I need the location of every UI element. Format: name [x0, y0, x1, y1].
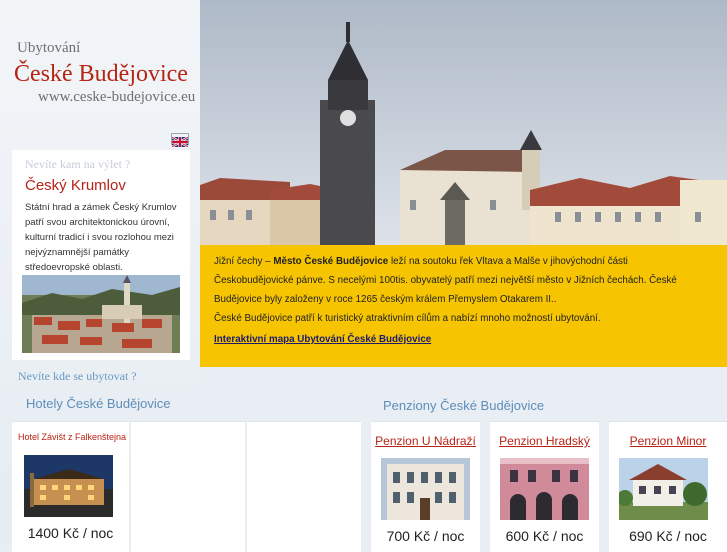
interactive-map-link[interactable]: Interaktivní mapa Ubytování České Budějo… — [214, 330, 431, 349]
trip-heading: Nevíte kam na výlet ? — [25, 157, 131, 171]
hotels-heading: Hotely České Budějovice — [26, 396, 171, 411]
pension-card-u-nadrazi[interactable]: Penzion U Nádraží 700 Kč / noc — [371, 421, 480, 552]
pension-title-link[interactable]: Penzion U Nádraží — [371, 434, 480, 448]
info-line-3: Budějovice byly založeny v roce 1265 čes… — [214, 294, 557, 305]
info-line-4: České Budějovice patří k turistický atra… — [214, 313, 601, 324]
hotel-price: 1400 Kč / noc — [27, 525, 114, 541]
trip-tip-panel: Nevíte kam na výlet ? Český Krumlov Stát… — [12, 150, 190, 360]
brand-url: www.ceske-budejovice.eu — [38, 89, 196, 105]
pension-photo[interactable] — [381, 458, 470, 520]
pension-price: 700 Kč / noc — [386, 528, 465, 544]
pension-title-link[interactable]: Penzion Minor — [609, 434, 727, 448]
pension-photo[interactable] — [500, 458, 589, 520]
hotel-card[interactable]: Hotel Závišt z Falkenštejna 1400 Kč / no… — [12, 421, 129, 552]
city-info-panel: Jižní čechy – Město České Budějovice lež… — [200, 245, 727, 367]
trip-title-link[interactable]: Český Krumlov — [25, 177, 126, 194]
info-line-2: Českobudějovické pánve. S necelými 100ti… — [214, 275, 677, 286]
uk-flag-icon[interactable] — [171, 133, 189, 148]
hotel-title-link[interactable]: Hotel Závišt z Falkenštejna — [18, 432, 129, 442]
info-line-1: Jižní čechy – Město České Budějovice lež… — [214, 256, 628, 267]
pension-photo[interactable] — [619, 458, 708, 520]
hotel-photo[interactable] — [24, 455, 113, 517]
brand-title[interactable]: České Budějovice — [14, 61, 188, 88]
pension-card-minor[interactable]: Penzion Minor 690 Kč / noc — [609, 421, 727, 552]
pension-price: 690 Kč / noc — [629, 528, 707, 544]
pension-title-link[interactable]: Penzion Hradský — [490, 434, 599, 448]
trip-description: Státní hrad a zámek Český Krumlov patří … — [25, 202, 177, 273]
pension-card-hradsky[interactable]: Penzion Hradský 600 Kč / noc — [490, 421, 599, 552]
stay-heading: Nevíte kde se ubytovat ? — [18, 369, 137, 383]
city-name-bold: Město České Budějovice — [273, 256, 389, 267]
brand-line-1: Ubytování — [17, 40, 81, 56]
hotel-card-empty-1 — [131, 421, 245, 552]
pension-price: 600 Kč / noc — [505, 528, 584, 544]
cesky-krumlov-photo[interactable] — [22, 275, 180, 353]
town-square-photo — [200, 0, 727, 280]
pensions-heading: Penziony České Budějovice — [383, 398, 545, 413]
hotel-card-empty-2 — [247, 421, 361, 552]
